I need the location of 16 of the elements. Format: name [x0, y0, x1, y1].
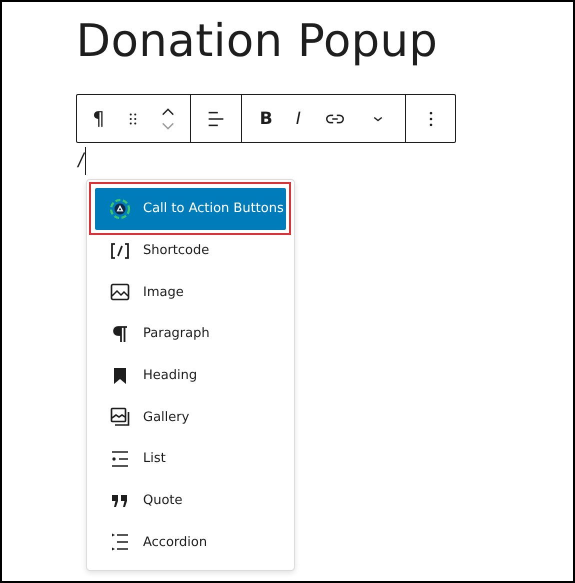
page-title: Donation Popup: [76, 13, 439, 69]
block-option[interactable]: Quote: [95, 480, 286, 522]
paragraph-button[interactable]: ¶: [92, 108, 105, 130]
block-option[interactable]: List: [95, 438, 286, 480]
block-option[interactable]: Accordion: [95, 522, 286, 564]
block-option[interactable]: Gallery: [95, 396, 286, 438]
text-cursor: [84, 147, 86, 175]
block-option[interactable]: Call to Action Buttons: [95, 188, 286, 230]
bold-button[interactable]: B: [260, 108, 273, 128]
typed-text: /: [78, 150, 84, 172]
block-option[interactable]: Paragraph: [95, 313, 286, 355]
block-option[interactable]: Image: [95, 271, 286, 314]
cta-icon: [108, 196, 132, 221]
block-option[interactable]: Shortcode: [95, 230, 286, 272]
italic-button[interactable]: I: [296, 108, 301, 128]
block-option[interactable]: Heading: [95, 354, 286, 396]
